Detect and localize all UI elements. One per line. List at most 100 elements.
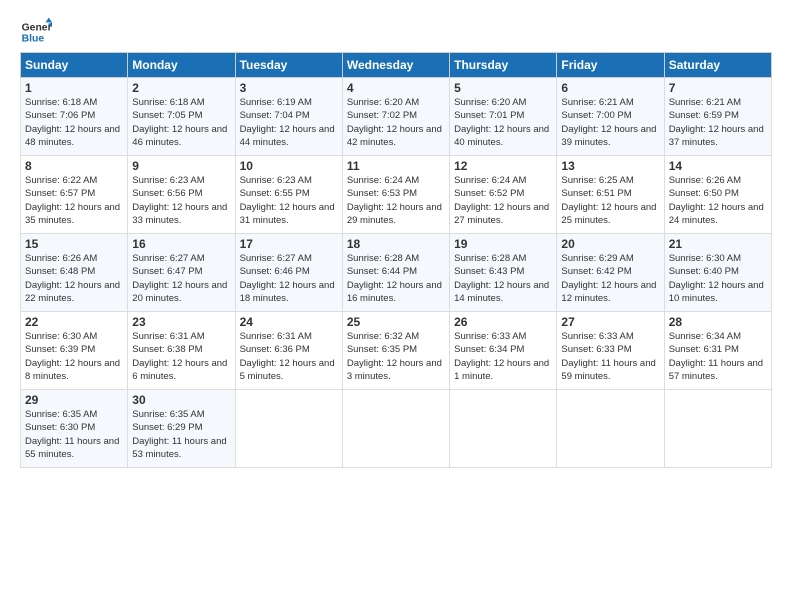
calendar-week-3: 15Sunrise: 6:26 AMSunset: 6:48 PMDayligh… <box>21 234 772 312</box>
calendar-cell <box>342 390 449 468</box>
day-info: Sunrise: 6:18 AMSunset: 7:06 PMDaylight:… <box>25 96 123 149</box>
day-info: Sunrise: 6:34 AMSunset: 6:31 PMDaylight:… <box>669 330 767 383</box>
day-number: 6 <box>561 81 659 95</box>
day-number: 11 <box>347 159 445 173</box>
day-number: 23 <box>132 315 230 329</box>
day-header-thursday: Thursday <box>450 53 557 78</box>
day-number: 22 <box>25 315 123 329</box>
day-number: 1 <box>25 81 123 95</box>
day-info: Sunrise: 6:21 AMSunset: 7:00 PMDaylight:… <box>561 96 659 149</box>
calendar-cell <box>450 390 557 468</box>
day-info: Sunrise: 6:33 AMSunset: 6:34 PMDaylight:… <box>454 330 552 383</box>
day-info: Sunrise: 6:23 AMSunset: 6:55 PMDaylight:… <box>240 174 338 227</box>
day-info: Sunrise: 6:23 AMSunset: 6:56 PMDaylight:… <box>132 174 230 227</box>
calendar-table: SundayMondayTuesdayWednesdayThursdayFrid… <box>20 52 772 468</box>
calendar-cell: 21Sunrise: 6:30 AMSunset: 6:40 PMDayligh… <box>664 234 771 312</box>
day-info: Sunrise: 6:20 AMSunset: 7:02 PMDaylight:… <box>347 96 445 149</box>
day-info: Sunrise: 6:18 AMSunset: 7:05 PMDaylight:… <box>132 96 230 149</box>
day-info: Sunrise: 6:33 AMSunset: 6:33 PMDaylight:… <box>561 330 659 383</box>
day-info: Sunrise: 6:27 AMSunset: 6:46 PMDaylight:… <box>240 252 338 305</box>
calendar-cell: 28Sunrise: 6:34 AMSunset: 6:31 PMDayligh… <box>664 312 771 390</box>
day-info: Sunrise: 6:24 AMSunset: 6:52 PMDaylight:… <box>454 174 552 227</box>
day-number: 16 <box>132 237 230 251</box>
day-number: 21 <box>669 237 767 251</box>
calendar-cell: 23Sunrise: 6:31 AMSunset: 6:38 PMDayligh… <box>128 312 235 390</box>
day-number: 20 <box>561 237 659 251</box>
day-number: 29 <box>25 393 123 407</box>
calendar-body: 1Sunrise: 6:18 AMSunset: 7:06 PMDaylight… <box>21 78 772 468</box>
calendar-week-4: 22Sunrise: 6:30 AMSunset: 6:39 PMDayligh… <box>21 312 772 390</box>
day-info: Sunrise: 6:31 AMSunset: 6:36 PMDaylight:… <box>240 330 338 383</box>
day-header-wednesday: Wednesday <box>342 53 449 78</box>
day-number: 19 <box>454 237 552 251</box>
calendar-cell: 10Sunrise: 6:23 AMSunset: 6:55 PMDayligh… <box>235 156 342 234</box>
calendar-cell: 27Sunrise: 6:33 AMSunset: 6:33 PMDayligh… <box>557 312 664 390</box>
day-info: Sunrise: 6:27 AMSunset: 6:47 PMDaylight:… <box>132 252 230 305</box>
day-info: Sunrise: 6:35 AMSunset: 6:29 PMDaylight:… <box>132 408 230 461</box>
page-container: General Blue SundayMondayTuesdayWednesda… <box>0 0 792 478</box>
calendar-cell <box>235 390 342 468</box>
calendar-cell: 1Sunrise: 6:18 AMSunset: 7:06 PMDaylight… <box>21 78 128 156</box>
day-number: 5 <box>454 81 552 95</box>
calendar-week-5: 29Sunrise: 6:35 AMSunset: 6:30 PMDayligh… <box>21 390 772 468</box>
day-number: 10 <box>240 159 338 173</box>
calendar-cell: 14Sunrise: 6:26 AMSunset: 6:50 PMDayligh… <box>664 156 771 234</box>
day-number: 2 <box>132 81 230 95</box>
day-info: Sunrise: 6:31 AMSunset: 6:38 PMDaylight:… <box>132 330 230 383</box>
day-info: Sunrise: 6:21 AMSunset: 6:59 PMDaylight:… <box>669 96 767 149</box>
calendar-cell: 30Sunrise: 6:35 AMSunset: 6:29 PMDayligh… <box>128 390 235 468</box>
calendar-cell: 15Sunrise: 6:26 AMSunset: 6:48 PMDayligh… <box>21 234 128 312</box>
day-header-sunday: Sunday <box>21 53 128 78</box>
calendar-header-row: SundayMondayTuesdayWednesdayThursdayFrid… <box>21 53 772 78</box>
day-number: 9 <box>132 159 230 173</box>
calendar-cell: 18Sunrise: 6:28 AMSunset: 6:44 PMDayligh… <box>342 234 449 312</box>
calendar-cell: 29Sunrise: 6:35 AMSunset: 6:30 PMDayligh… <box>21 390 128 468</box>
day-number: 12 <box>454 159 552 173</box>
calendar-cell: 19Sunrise: 6:28 AMSunset: 6:43 PMDayligh… <box>450 234 557 312</box>
day-info: Sunrise: 6:29 AMSunset: 6:42 PMDaylight:… <box>561 252 659 305</box>
day-info: Sunrise: 6:22 AMSunset: 6:57 PMDaylight:… <box>25 174 123 227</box>
calendar-cell: 24Sunrise: 6:31 AMSunset: 6:36 PMDayligh… <box>235 312 342 390</box>
day-info: Sunrise: 6:28 AMSunset: 6:43 PMDaylight:… <box>454 252 552 305</box>
calendar-cell: 12Sunrise: 6:24 AMSunset: 6:52 PMDayligh… <box>450 156 557 234</box>
day-info: Sunrise: 6:25 AMSunset: 6:51 PMDaylight:… <box>561 174 659 227</box>
calendar-cell: 11Sunrise: 6:24 AMSunset: 6:53 PMDayligh… <box>342 156 449 234</box>
day-info: Sunrise: 6:24 AMSunset: 6:53 PMDaylight:… <box>347 174 445 227</box>
day-header-saturday: Saturday <box>664 53 771 78</box>
day-header-friday: Friday <box>557 53 664 78</box>
calendar-cell: 9Sunrise: 6:23 AMSunset: 6:56 PMDaylight… <box>128 156 235 234</box>
calendar-cell <box>664 390 771 468</box>
day-info: Sunrise: 6:35 AMSunset: 6:30 PMDaylight:… <box>25 408 123 461</box>
calendar-cell: 22Sunrise: 6:30 AMSunset: 6:39 PMDayligh… <box>21 312 128 390</box>
calendar-cell: 6Sunrise: 6:21 AMSunset: 7:00 PMDaylight… <box>557 78 664 156</box>
svg-text:General: General <box>22 22 52 33</box>
calendar-cell: 4Sunrise: 6:20 AMSunset: 7:02 PMDaylight… <box>342 78 449 156</box>
day-number: 30 <box>132 393 230 407</box>
day-header-tuesday: Tuesday <box>235 53 342 78</box>
calendar-week-1: 1Sunrise: 6:18 AMSunset: 7:06 PMDaylight… <box>21 78 772 156</box>
day-number: 7 <box>669 81 767 95</box>
calendar-cell: 13Sunrise: 6:25 AMSunset: 6:51 PMDayligh… <box>557 156 664 234</box>
calendar-cell: 7Sunrise: 6:21 AMSunset: 6:59 PMDaylight… <box>664 78 771 156</box>
day-number: 13 <box>561 159 659 173</box>
day-info: Sunrise: 6:28 AMSunset: 6:44 PMDaylight:… <box>347 252 445 305</box>
day-number: 27 <box>561 315 659 329</box>
calendar-cell: 26Sunrise: 6:33 AMSunset: 6:34 PMDayligh… <box>450 312 557 390</box>
calendar-cell: 8Sunrise: 6:22 AMSunset: 6:57 PMDaylight… <box>21 156 128 234</box>
calendar-cell: 3Sunrise: 6:19 AMSunset: 7:04 PMDaylight… <box>235 78 342 156</box>
day-info: Sunrise: 6:26 AMSunset: 6:48 PMDaylight:… <box>25 252 123 305</box>
day-info: Sunrise: 6:30 AMSunset: 6:40 PMDaylight:… <box>669 252 767 305</box>
logo: General Blue <box>20 16 52 48</box>
calendar-cell: 25Sunrise: 6:32 AMSunset: 6:35 PMDayligh… <box>342 312 449 390</box>
day-info: Sunrise: 6:32 AMSunset: 6:35 PMDaylight:… <box>347 330 445 383</box>
day-number: 8 <box>25 159 123 173</box>
day-info: Sunrise: 6:30 AMSunset: 6:39 PMDaylight:… <box>25 330 123 383</box>
day-info: Sunrise: 6:26 AMSunset: 6:50 PMDaylight:… <box>669 174 767 227</box>
day-number: 18 <box>347 237 445 251</box>
day-info: Sunrise: 6:19 AMSunset: 7:04 PMDaylight:… <box>240 96 338 149</box>
calendar-cell: 17Sunrise: 6:27 AMSunset: 6:46 PMDayligh… <box>235 234 342 312</box>
day-number: 24 <box>240 315 338 329</box>
calendar-cell: 16Sunrise: 6:27 AMSunset: 6:47 PMDayligh… <box>128 234 235 312</box>
calendar-cell: 5Sunrise: 6:20 AMSunset: 7:01 PMDaylight… <box>450 78 557 156</box>
day-number: 4 <box>347 81 445 95</box>
